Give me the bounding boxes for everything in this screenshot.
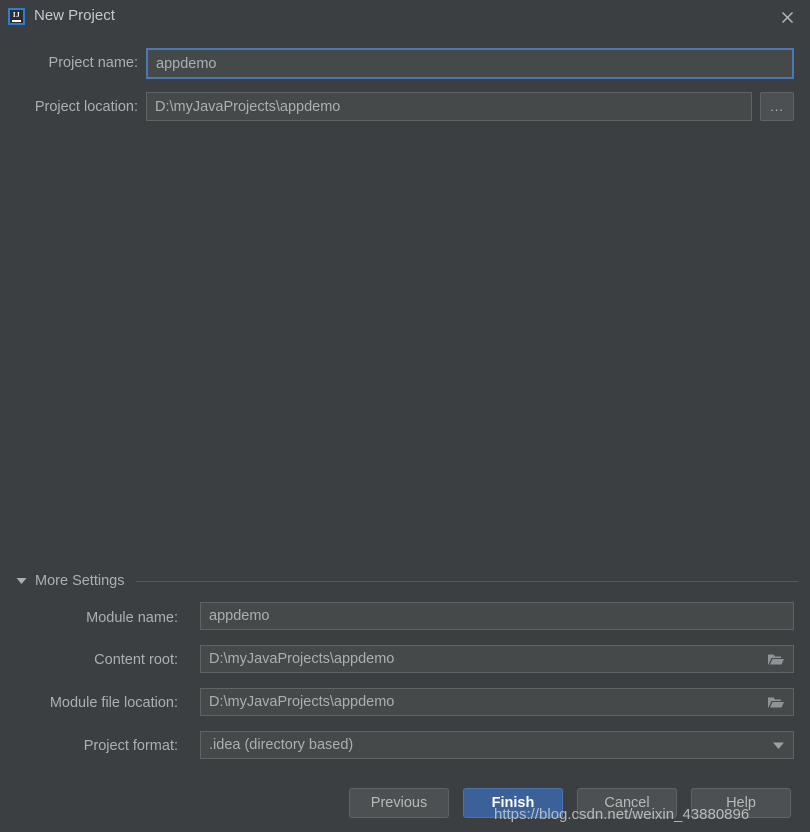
finish-button[interactable]: Finish	[463, 788, 563, 818]
project-format-label: Project format:	[14, 738, 178, 754]
module-file-location-label: Module file location:	[14, 695, 178, 711]
module-name-label: Module name:	[14, 610, 178, 626]
project-location-label: Project location:	[14, 99, 138, 115]
content-root-input[interactable]: D:\myJavaProjects\appdemo	[200, 645, 794, 673]
content-root-value: D:\myJavaProjects\appdemo	[209, 651, 761, 667]
module-name-input[interactable]: appdemo	[200, 602, 794, 630]
cancel-button[interactable]: Cancel	[577, 788, 677, 818]
close-icon	[781, 11, 794, 24]
chevron-down-icon[interactable]	[772, 741, 785, 750]
title-bar: IJ New Project	[0, 0, 810, 34]
help-button[interactable]: Help	[691, 788, 791, 818]
project-location-browse-button[interactable]: ...	[760, 92, 794, 121]
project-name-value: appdemo	[156, 56, 784, 72]
intellij-idea-icon: IJ	[8, 8, 25, 25]
project-location-value: D:\myJavaProjects\appdemo	[155, 99, 743, 115]
more-settings-label: More Settings	[35, 573, 124, 589]
project-location-input[interactable]: D:\myJavaProjects\appdemo	[146, 92, 752, 121]
app-icon-underline	[12, 20, 21, 22]
more-settings-toggle[interactable]: More Settings	[16, 571, 802, 591]
module-file-location-input[interactable]: D:\myJavaProjects\appdemo	[200, 688, 794, 716]
previous-button[interactable]: Previous	[349, 788, 449, 818]
project-name-label: Project name:	[14, 55, 138, 71]
window-title: New Project	[34, 7, 115, 24]
module-file-location-value: D:\myJavaProjects\appdemo	[209, 694, 761, 710]
project-format-value: .idea (directory based)	[209, 737, 766, 753]
project-name-input[interactable]: appdemo	[146, 48, 794, 79]
app-icon-letters: IJ	[13, 12, 20, 19]
content-root-label: Content root:	[14, 652, 178, 668]
folder-icon[interactable]	[767, 652, 785, 666]
more-settings-separator	[136, 581, 798, 582]
module-name-value: appdemo	[209, 608, 785, 624]
folder-icon[interactable]	[767, 695, 785, 709]
project-format-select[interactable]: .idea (directory based)	[200, 731, 794, 759]
chevron-down-icon	[16, 577, 27, 585]
close-button[interactable]	[776, 6, 798, 28]
